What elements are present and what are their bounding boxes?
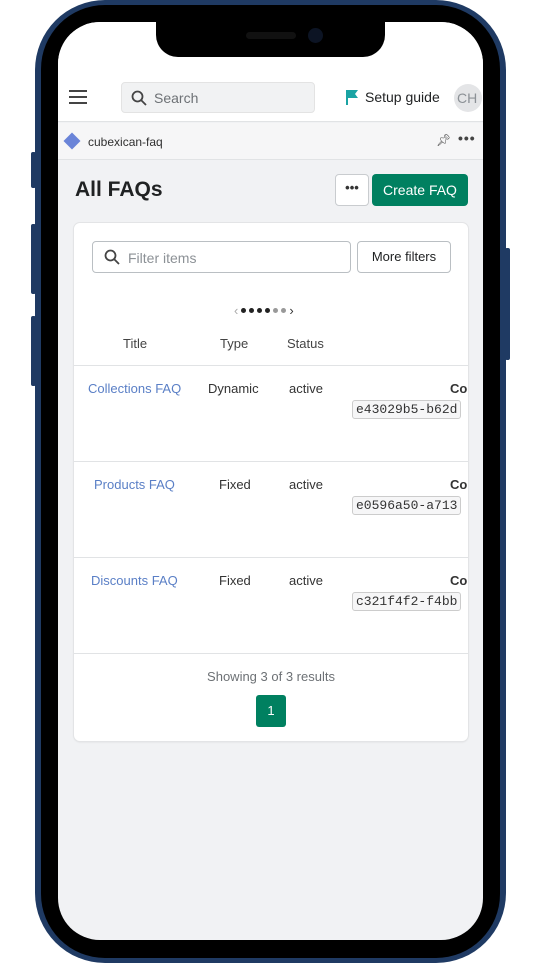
table-row: Products FAQ Fixed active Co e0596a50-a7… [74,461,468,557]
column-scroll-pager: ‹ › [234,303,294,318]
phone-side-button [31,152,36,188]
table-row: Discounts FAQ Fixed active Co c321f4f2-f… [74,557,468,653]
camera [308,28,323,43]
chevron-right-icon[interactable]: › [289,303,293,318]
header-status[interactable]: Status [287,336,324,351]
setup-guide-button[interactable]: Setup guide [345,89,440,105]
faq-type: Fixed [219,477,251,492]
results-count: Showing 3 of 3 results [207,669,335,684]
faq-title-link[interactable]: Discounts FAQ [91,573,178,588]
app-logo-icon [63,132,81,150]
filter-placeholder: Filter items [128,250,197,266]
faq-title-link[interactable]: Collections FAQ [88,381,181,396]
search-input[interactable]: Search [121,82,315,113]
faq-card: Filter items More filters ‹ › Title Type… [74,223,468,741]
search-placeholder: Search [154,90,199,106]
header-type[interactable]: Type [220,336,248,351]
menu-icon[interactable] [69,90,87,104]
chevron-left-icon[interactable]: ‹ [234,303,238,318]
code-label: Co [450,573,468,588]
more-filters-button[interactable]: More filters [357,241,451,273]
setup-guide-label: Setup guide [365,89,440,105]
pager-dot [265,308,271,313]
divider [74,653,468,654]
pager-dot [257,308,263,313]
page-1-button[interactable]: 1 [256,695,286,727]
flag-icon [346,90,358,105]
faq-title-link[interactable]: Products FAQ [94,477,175,492]
pin-icon[interactable]: 📌︎ [436,133,451,147]
filter-input[interactable]: Filter items [92,241,351,273]
pager-dot [241,308,247,313]
more-options-icon[interactable]: ••• [458,130,476,146]
search-icon [104,249,120,265]
faq-status: active [289,477,323,492]
header-title[interactable]: Title [123,336,147,351]
faq-status: active [289,381,323,396]
pager-dot [249,308,255,313]
faq-type: Fixed [219,573,251,588]
search-icon [131,90,147,106]
faq-code: e43029b5-b62d [352,400,462,419]
table-row: Collections FAQ Dynamic active Co e43029… [74,365,468,461]
faq-status: active [289,573,323,588]
faq-code: e0596a50-a713 [352,496,462,515]
page-title: All FAQs [75,178,163,201]
phone-volume-down [31,316,36,386]
phone-volume-up [31,224,36,294]
phone-power-button [505,248,510,360]
more-actions-button[interactable]: ••• [335,174,369,206]
speaker [246,32,296,39]
avatar[interactable]: CH [454,84,482,112]
create-faq-button[interactable]: Create FAQ [372,174,468,206]
faq-code: c321f4f2-f4bb [352,592,462,611]
app-bar: cubexican-faq 📌︎ ••• [58,123,483,160]
screen: Search Setup guide CH cubexican-faq 📌︎ •… [58,22,483,940]
faq-type: Dynamic [208,381,259,396]
app-name: cubexican-faq [88,135,163,149]
notch [156,22,385,57]
code-label: Co [450,477,468,492]
pager-dot [281,308,287,313]
pager-dot [273,308,279,313]
code-label: Co [450,381,468,396]
